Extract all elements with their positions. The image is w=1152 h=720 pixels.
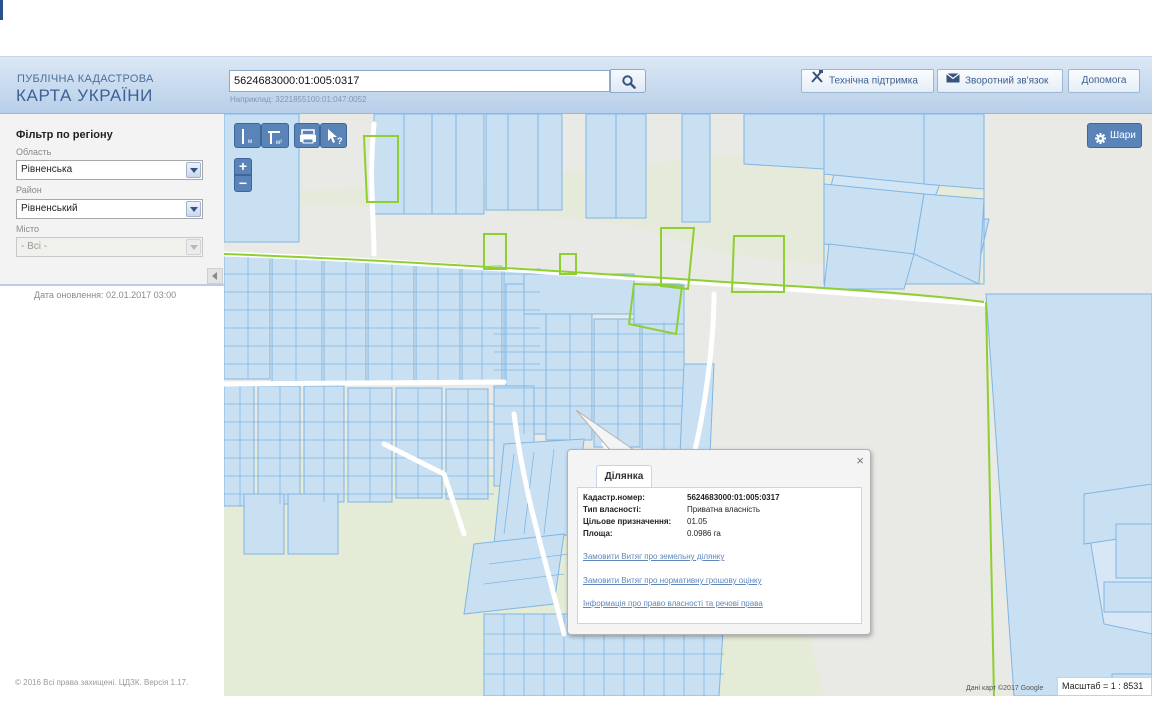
filter-title: Фільтр по регіону [16, 129, 113, 141]
cadastral-key: Кадастр.номер: [583, 493, 645, 502]
measure-length-button[interactable]: м [234, 123, 261, 148]
chevron-down-icon [186, 162, 201, 178]
ownership-key: Тип власності: [583, 505, 642, 514]
printer-icon [300, 129, 316, 144]
district-select-value: Рівненський [21, 203, 78, 214]
map-attribution: Дані карт ©2017 Google [966, 685, 1044, 692]
region-label: Область [16, 147, 52, 157]
tech-support-button[interactable]: Технічна підтримка [801, 69, 934, 93]
area-value: 0.0986 га [687, 529, 721, 538]
update-date: Дата оновлення: 02.01.2017 03:00 [34, 290, 177, 300]
region-select-value: Рівненська [21, 164, 73, 175]
zoom-in-button[interactable]: + [234, 158, 252, 175]
bottom-strip [224, 696, 1152, 720]
district-label: Район [16, 185, 42, 195]
svg-text:?: ? [337, 136, 343, 146]
map-canvas[interactable]: м м² ? + − Шари × Ділянка Кадастр.номер:… [224, 114, 1152, 696]
close-icon[interactable]: × [856, 453, 864, 468]
identify-button[interactable]: ? [320, 123, 347, 148]
purpose-key: Цільове призначення: [583, 517, 672, 526]
city-select-value: - Всі - [21, 241, 48, 252]
order-parcel-extract-link[interactable]: Замовити Витяг про земельну ділянку [583, 552, 724, 561]
district-select[interactable]: Рівненський [16, 199, 203, 219]
region-select[interactable]: Рівненська [16, 160, 203, 180]
measure-length-icon: м [242, 129, 252, 145]
collapse-sidebar-button[interactable] [207, 268, 223, 284]
sidebar: Фільтр по регіону Область Рівненська Рай… [0, 114, 224, 720]
city-label: Місто [16, 224, 40, 234]
svg-text:м²: м² [276, 140, 282, 146]
copyright-text: © 2016 Всі права захищені. ЦДЗК. Версія … [15, 678, 189, 687]
chevron-down-icon [186, 239, 201, 255]
ownership-value: Приватна власність [687, 505, 761, 514]
map-scale: Масштаб = 1 : 8531 [1057, 677, 1152, 696]
tab-parcel[interactable]: Ділянка [596, 465, 652, 487]
measure-area-icon: м² [268, 131, 282, 146]
feedback-button[interactable]: Зворотний зв'язок [937, 69, 1063, 93]
search-hint: Наприклад: 3221855100:01:047:0052 [230, 95, 367, 104]
measure-area-button[interactable]: м² [261, 123, 289, 148]
chevron-down-icon [186, 201, 201, 217]
parcel-info-popup: × Ділянка Кадастр.номер: 5624683000:01:0… [567, 449, 871, 635]
help-button[interactable]: Допомога [1068, 69, 1140, 93]
top-strip [0, 0, 1152, 56]
layers-label: Шари [1110, 130, 1136, 141]
top-accent-bar [0, 0, 3, 20]
feedback-label: Зворотний зв'язок [965, 75, 1049, 87]
region-filter-panel: Фільтр по регіону Область Рівненська Рай… [0, 114, 224, 286]
popup-pointer [576, 410, 636, 451]
area-key: Площа: [583, 529, 613, 538]
parcel-info-body: Кадастр.номер: 5624683000:01:005:0317 Ти… [577, 487, 862, 624]
layers-button[interactable]: Шари [1087, 123, 1142, 148]
brand-subtitle: ПУБЛІЧНА КАДАСТРОВА [17, 73, 154, 85]
print-button[interactable] [294, 123, 320, 148]
cursor-question-icon: ? [328, 129, 343, 146]
search-button[interactable] [610, 69, 646, 93]
zoom-out-button[interactable]: − [234, 175, 252, 192]
gear-icon [1095, 130, 1106, 153]
purpose-value: 01.05 [687, 517, 708, 526]
header-bar: ПУБЛІЧНА КАДАСТРОВА КАРТА УКРАЇНИ Наприк… [0, 56, 1152, 114]
search-icon [622, 75, 636, 89]
ownership-info-link[interactable]: Інформація про право власності та речові… [583, 599, 763, 608]
app-root: { "header": { "brand_small": "ПУБЛІЧНА К… [0, 0, 1152, 720]
brand-title[interactable]: КАРТА УКРАЇНИ [16, 86, 153, 106]
envelope-icon [946, 70, 960, 92]
tech-support-label: Технічна підтримка [829, 75, 918, 87]
order-valuation-extract-link[interactable]: Замовити Витяг про нормативну грошову оц… [583, 576, 762, 585]
tools-icon [810, 70, 824, 92]
city-select: - Всі - [16, 237, 203, 257]
cadastral-value: 5624683000:01:005:0317 [687, 493, 780, 502]
cadastral-search-input[interactable] [229, 70, 610, 92]
svg-text:м: м [248, 139, 252, 145]
